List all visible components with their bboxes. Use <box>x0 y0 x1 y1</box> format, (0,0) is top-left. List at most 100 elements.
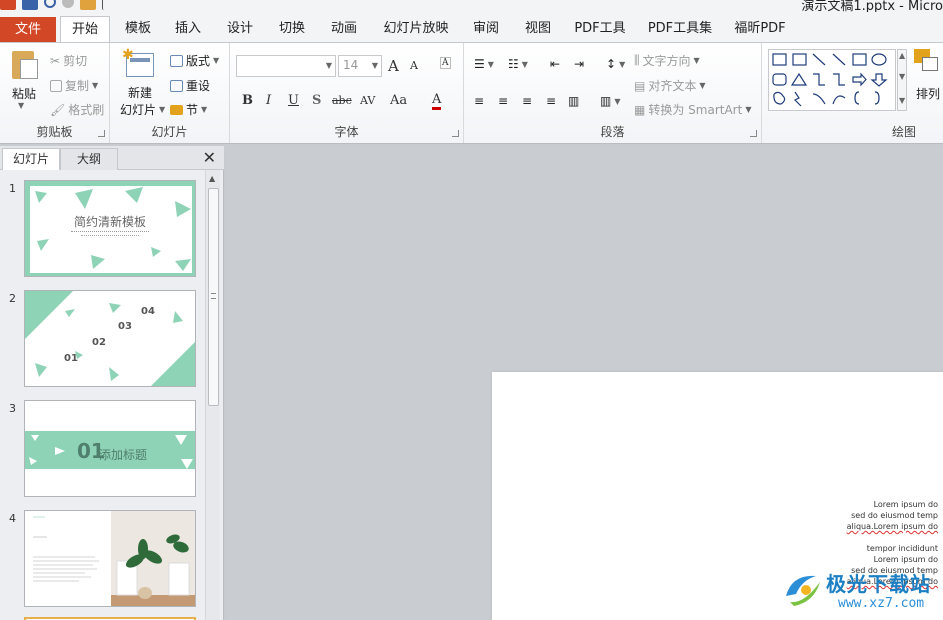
font-launcher-icon[interactable] <box>452 130 459 137</box>
paste-dropdown-icon[interactable]: ▼ <box>18 101 24 110</box>
paste-button[interactable]: 粘贴 <box>12 85 36 102</box>
align-left-icon: ≡ <box>474 94 485 108</box>
clipboard-group: 粘贴 ▼ ✂ 剪切 复制 ▼ 🖌 格式刷 剪贴板 <box>0 43 110 143</box>
line-spacing-icon: ↕ <box>606 57 617 71</box>
redo-icon[interactable] <box>62 0 74 8</box>
paste-icon[interactable] <box>10 49 40 81</box>
clipboard-launcher-icon[interactable] <box>98 130 105 137</box>
format-painter-button[interactable]: 🖌 格式刷 <box>50 101 104 118</box>
brush-icon: 🖌 <box>50 102 66 117</box>
align-left-button[interactable]: ≡ <box>474 94 484 108</box>
paragraph-launcher-icon[interactable] <box>750 130 757 137</box>
tab-insert[interactable]: 插入 <box>168 16 208 42</box>
bold-button[interactable]: B <box>242 93 253 108</box>
scroll-up-icon[interactable]: ▲ <box>209 174 215 183</box>
shadow-button[interactable]: S <box>312 93 321 108</box>
bullets-icon: ☰ <box>474 57 485 71</box>
slide-number: 4 <box>9 512 16 525</box>
slide-3-title: 添加标题 <box>99 448 148 462</box>
customize-qat-icon[interactable] <box>102 0 110 10</box>
tab-home[interactable]: 开始 <box>60 16 110 43</box>
tab-animations[interactable]: 动画 <box>324 16 364 42</box>
section-button[interactable]: 节 ▼ <box>170 101 207 118</box>
copy-icon <box>50 79 62 92</box>
title-bar: 演示文稿1.pptx - Micro <box>0 0 943 12</box>
tab-review[interactable]: 审阅 <box>466 16 506 42</box>
char-spacing-button[interactable]: AV <box>360 94 375 107</box>
convert-smartart-button[interactable]: ▦ 转换为 SmartArt ▼ <box>634 101 751 118</box>
new-slide-button[interactable]: 幻灯片 ▼ <box>120 101 165 118</box>
underline-button[interactable]: U <box>288 93 299 108</box>
align-right-button[interactable]: ≡ <box>522 94 532 108</box>
bullets-button[interactable]: ☰ ▼ <box>474 57 494 71</box>
tab-pdf-tools[interactable]: PDF工具 <box>570 16 630 42</box>
slide-thumbnail-4[interactable] <box>24 510 196 607</box>
align-center-icon: ≡ <box>498 94 509 108</box>
numbering-button[interactable]: ☷ ▼ <box>508 57 528 71</box>
undo-icon[interactable] <box>44 0 56 8</box>
slide-4-art <box>33 511 195 606</box>
justify-button[interactable]: ≡ <box>546 94 556 108</box>
cut-button[interactable]: ✂ 剪切 <box>50 52 87 69</box>
decrease-indent-icon: ⇤ <box>550 57 561 71</box>
tab-transitions[interactable]: 切换 <box>272 16 312 42</box>
grow-font-icon[interactable]: A <box>388 57 399 75</box>
slide-2-item: 03 <box>118 321 132 332</box>
close-pane-icon[interactable]: ✕ <box>203 148 216 167</box>
scissors-icon: ✂ <box>50 53 61 68</box>
reset-button[interactable]: 重设 <box>170 77 210 94</box>
shapes-gallery-scroll[interactable]: ▲ ▼ ▼ <box>897 49 907 111</box>
align-center-button[interactable]: ≡ <box>498 94 508 108</box>
slide-thumbnail-1[interactable]: 简约清新模板 <box>24 180 196 277</box>
watermark: 极光下载站 www.xz7.com <box>782 566 942 616</box>
line-spacing-button[interactable]: ↕ ▼ <box>606 57 625 71</box>
canvas-text-line: sed do eiusmod temp <box>851 511 938 520</box>
text-direction-button[interactable]: ⫼ 文字方向 ▼ <box>634 52 700 69</box>
save-icon[interactable] <box>22 0 38 10</box>
strikethrough-button[interactable]: abc <box>332 94 352 107</box>
watermark-url: www.xz7.com <box>838 596 925 611</box>
scroll-thumb[interactable] <box>208 188 219 406</box>
shrink-font-icon[interactable]: A <box>410 59 418 72</box>
increase-indent-button[interactable]: ⇥ <box>574 57 584 71</box>
columns-button[interactable]: ▥ ▼ <box>600 94 621 108</box>
align-right-icon: ≡ <box>522 94 533 108</box>
align-text-button[interactable]: ▤ 对齐文本 ▼ <box>634 77 706 94</box>
arrange-button[interactable]: 排列 <box>916 85 940 102</box>
shapes-gallery[interactable] <box>768 49 896 111</box>
tab-view[interactable]: 视图 <box>518 16 558 42</box>
layout-button[interactable]: 版式 ▼ <box>170 52 219 69</box>
paragraph-group-label: 段落 <box>600 125 625 139</box>
change-case-button[interactable]: Aa <box>390 93 407 108</box>
decrease-indent-button[interactable]: ⇤ <box>550 57 560 71</box>
italic-button[interactable]: I <box>266 93 271 108</box>
tab-outline-pane[interactable]: 大纲 <box>60 148 118 170</box>
tab-design[interactable]: 设计 <box>220 16 260 42</box>
slide-thumbnail-2[interactable]: 04 03 02 01 <box>24 290 196 387</box>
new-slide-label-1[interactable]: 新建 <box>128 84 152 101</box>
slide-2-art <box>25 291 195 386</box>
new-slide-icon[interactable]: ✱ <box>122 47 156 81</box>
canvas-text-line: tempor incididunt <box>866 544 938 553</box>
start-slideshow-icon[interactable] <box>80 0 96 10</box>
tab-slideshow[interactable]: 幻灯片放映 <box>378 16 454 42</box>
slide-1-title: 简约清新模板 <box>73 215 146 229</box>
font-size-combo[interactable]: 14 ▼ <box>338 55 382 77</box>
arrange-icon[interactable] <box>914 49 943 81</box>
tab-file[interactable]: 文件 <box>0 17 56 42</box>
slide-thumbnail-3[interactable]: 01 添加标题 <box>24 400 196 497</box>
slides-pane-scrollbar[interactable]: ▲ <box>205 170 220 620</box>
clear-format-icon[interactable]: A <box>440 57 451 69</box>
paragraph-group: ☰ ▼ ☷ ▼ ⇤ ⇥ ↕ ▼ ⫼ 文字方向 ▼ ▤ 对齐文本 ▼ ▦ 转换为 SmartArt… <box>464 43 762 143</box>
slide-2-item: 01 <box>64 353 78 364</box>
tab-template[interactable]: 模板 <box>118 16 158 42</box>
distribute-icon: ▥ <box>568 94 580 108</box>
copy-button[interactable]: 复制 ▼ <box>50 77 98 94</box>
tab-slides-pane[interactable]: 幻灯片 <box>2 148 60 170</box>
font-color-button[interactable]: A <box>432 92 442 110</box>
tab-foxit-pdf[interactable]: 福昕PDF <box>730 16 790 42</box>
distribute-button[interactable]: ▥ <box>568 94 579 108</box>
font-name-combo[interactable]: ▼ <box>236 55 336 77</box>
tab-pdf-toolset[interactable]: PDF工具集 <box>642 16 718 42</box>
window-title: 演示文稿1.pptx - Micro <box>801 0 943 12</box>
